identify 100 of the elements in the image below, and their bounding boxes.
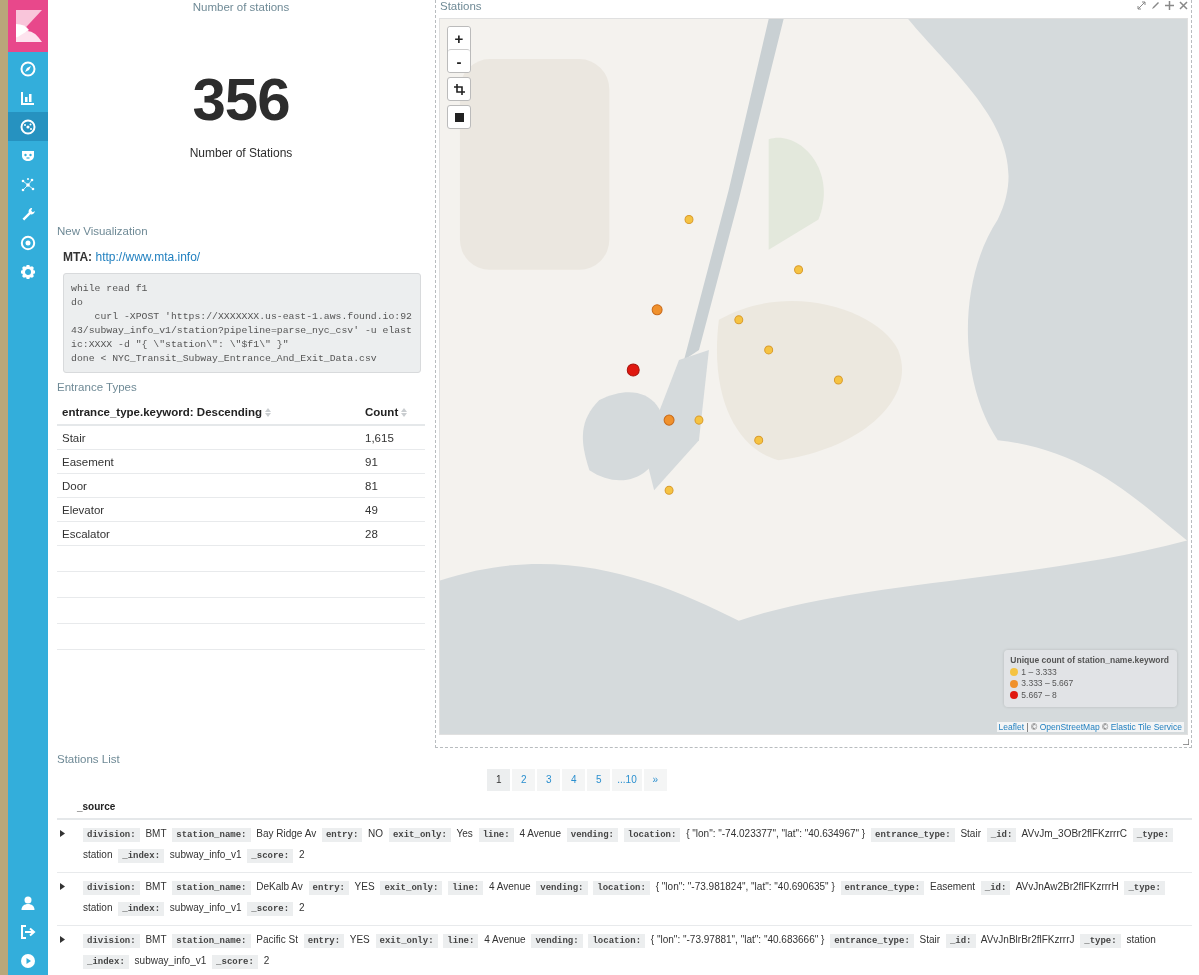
graph-icon <box>20 176 36 193</box>
field-name: entrance_type: <box>840 881 925 895</box>
field-name: _score: <box>247 902 294 916</box>
code-block: while read f1 do curl -XPOST 'https://XXXXXXX.us-east-1.aws.found.io:9243/subway_info_v1/station?pipeline=parse_nyc_csv' -u elastic:XXXX -d "{ \"station\": \"$f1\" }" done < NYC_Transit_Subway_Entrance_And_Exit_Data.csv <box>63 273 421 373</box>
field-value: 4 Avenue <box>484 934 526 945</box>
field-name: entrance_type: <box>871 828 955 842</box>
move-icon[interactable] <box>1165 0 1174 10</box>
field-value: 4 Avenue <box>519 828 561 839</box>
field-value: NO <box>368 828 384 839</box>
table-cell: 49 <box>360 497 425 522</box>
field-name: entrance_type: <box>830 934 914 948</box>
field-value: Pacific St <box>256 934 298 945</box>
field-value: 2 <box>298 849 305 860</box>
field-name: _index: <box>83 955 129 969</box>
field-value: subway_info_v1 <box>169 849 242 860</box>
field-name: location: <box>593 881 650 895</box>
legend-label: 1 – 3.333 <box>1021 666 1057 678</box>
field-name: entry: <box>321 828 363 842</box>
panel-title: Entrance Types <box>57 380 138 394</box>
field-name: _id: <box>980 881 1011 895</box>
field-name: division: <box>83 881 140 895</box>
field-value: AVvJm_3OBr2flFKzrrrC <box>1021 828 1127 839</box>
field-value: AVvJnAw2Br2flFKzrrrH <box>1015 881 1119 892</box>
pencil-icon[interactable] <box>1151 0 1160 10</box>
field-name: _type: <box>1132 828 1174 842</box>
page-button[interactable]: 2 <box>512 769 536 791</box>
field-value: AVvJnBlrBr2flFKzrrrJ <box>980 934 1075 945</box>
nav-item[interactable] <box>8 112 48 141</box>
field-value: BMT <box>145 934 167 945</box>
table-cell: Escalator <box>57 521 360 546</box>
draw-rectangle-button[interactable] <box>447 105 471 129</box>
expand-icon[interactable] <box>1137 0 1146 10</box>
page-button[interactable]: 3 <box>537 769 561 791</box>
table-cell: 81 <box>360 473 425 498</box>
field-name: exit_only: <box>375 934 438 948</box>
page-button[interactable]: 1 <box>487 769 511 791</box>
square-icon <box>454 112 464 122</box>
legend-label: 5.667 – 8 <box>1021 689 1057 701</box>
field-value: Stair <box>919 934 941 945</box>
crop-button[interactable] <box>447 77 471 101</box>
field-name: station_name: <box>172 881 251 895</box>
panel-title: New Visualization <box>57 224 149 238</box>
field-name: line: <box>443 934 479 948</box>
attribution-link[interactable]: Elastic Tile Service <box>1110 722 1182 732</box>
table-cell: Stair <box>57 425 360 450</box>
field-name: location: <box>588 934 646 948</box>
page-button[interactable]: 4 <box>562 769 586 791</box>
field-name: _score: <box>212 955 258 969</box>
legend-label: 3.333 – 5.667 <box>1021 678 1074 690</box>
field-name: vending: <box>531 934 583 948</box>
table-cell: 28 <box>360 521 425 546</box>
source-link[interactable]: http://www.mta.info/ <box>95 250 201 264</box>
field-value: station <box>83 902 113 913</box>
attribution-link[interactable]: OpenStreetMap <box>1039 722 1100 732</box>
page-button[interactable]: ...10 <box>612 769 642 791</box>
field-name: exit_only: <box>388 828 451 842</box>
table-cell: 91 <box>360 449 425 474</box>
field-name: _index: <box>118 902 165 916</box>
column-header[interactable]: Count <box>360 400 425 425</box>
dashboard-icon <box>20 118 36 135</box>
table-cell: Elevator <box>57 497 360 522</box>
table-cell: Door <box>57 473 360 498</box>
field-value: DeKalb Av <box>256 881 303 892</box>
resize-handle-icon[interactable] <box>1183 739 1189 745</box>
expand-caret-icon[interactable] <box>59 830 65 837</box>
panel-title: Number of stations <box>191 0 291 14</box>
field-name: _score: <box>247 849 294 863</box>
field-name: _type: <box>1124 881 1165 895</box>
page-button[interactable]: 5 <box>587 769 611 791</box>
crop-icon <box>453 83 465 95</box>
close-icon[interactable] <box>1179 0 1188 10</box>
field-name: _id: <box>945 934 976 948</box>
metric-label: Number of Stations <box>189 146 293 160</box>
page-button[interactable]: » <box>643 769 667 791</box>
field-name: division: <box>83 828 140 842</box>
field-value: 2 <box>263 955 270 966</box>
panel-title: Stations List <box>57 753 121 765</box>
field-value: Easement <box>929 881 975 892</box>
panel-title: Stations <box>440 0 482 12</box>
attribution-link[interactable]: Leaflet <box>998 722 1025 732</box>
field-name: _id: <box>986 828 1017 842</box>
expand-caret-icon[interactable] <box>59 936 65 943</box>
sort-icon <box>265 408 272 417</box>
column-header[interactable]: entrance_type.keyword: Descending <box>57 400 360 425</box>
map-attribution: Leaflet | © OpenStreetMap © Elastic Tile Service <box>996 722 1184 732</box>
bar-chart-icon <box>20 89 36 106</box>
legend-title: Unique count of station_name.keyword <box>1010 654 1169 665</box>
column-header: _source <box>57 791 1192 820</box>
field-value: { "lon": "-73.981824", "lat": "40.690635" } <box>655 881 835 892</box>
field-name: division: <box>83 934 140 948</box>
field-value: YES <box>354 881 375 892</box>
app-logo[interactable] <box>8 0 48 52</box>
field-value: Bay Ridge Av <box>256 828 317 839</box>
field-value: BMT <box>145 828 167 839</box>
zoom-out-button[interactable]: - <box>448 49 470 72</box>
expand-caret-icon[interactable] <box>59 883 65 890</box>
field-value: station <box>1126 934 1156 945</box>
field-name: entry: <box>303 934 345 948</box>
field-name: line: <box>448 881 484 895</box>
play-icon <box>20 952 36 969</box>
